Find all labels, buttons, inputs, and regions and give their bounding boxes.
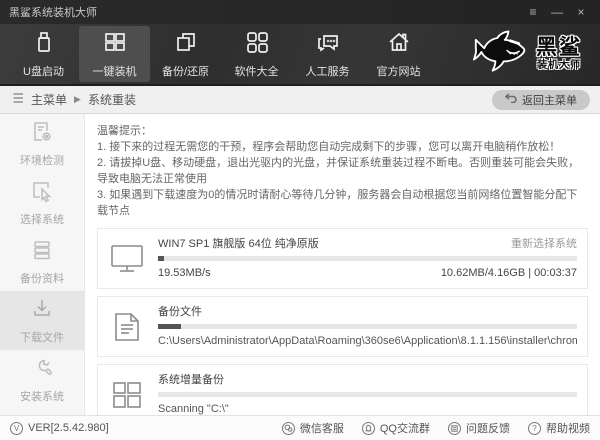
backup-file-title: 备份文件 — [158, 306, 202, 318]
return-main-menu-button[interactable]: 返回主菜单 — [492, 89, 590, 110]
close-icon[interactable]: × — [571, 3, 591, 21]
tips-line-3: 3. 如果遇到下载速度为0的情况时请耐心等待几分钟，服务器会自动根据您当前网络位… — [97, 189, 578, 217]
monitor-icon — [104, 243, 150, 275]
footer-links: 微信客服 QQ交流群 问题反馈 ? 帮助视频 — [281, 420, 590, 436]
incremental-progress-bar — [158, 392, 577, 397]
copy-squares-icon — [173, 29, 199, 58]
sidebar-item-backup-data[interactable]: 备份资料 — [0, 232, 84, 291]
download-size-time: 10.62MB/4.16GB | 00:03:37 — [440, 267, 577, 279]
wechat-support-link[interactable]: 微信客服 — [281, 420, 344, 436]
cursor-select-icon — [30, 179, 54, 206]
wrench-icon — [30, 356, 54, 383]
shark-logo-icon — [473, 29, 529, 80]
home-icon — [386, 29, 412, 58]
sidebar-item-label: 安装系统 — [20, 390, 64, 403]
help-icon: ? — [528, 421, 541, 435]
download-system-title: WIN7 SP1 旗舰版 64位 纯净原版 — [158, 238, 319, 250]
nav-item-label: 备份/还原 — [161, 66, 210, 78]
nav-item-usb-boot[interactable]: U盘启动 — [8, 26, 79, 82]
window-title: 黑鲨系统装机大师 — [9, 7, 97, 19]
back-button-label: 返回主菜单 — [522, 94, 577, 107]
tips-line-1: 1. 接下来的过程无需您的干预，程序会帮助您自动完成剩下的步骤，您可以离开电脑稍… — [97, 141, 561, 153]
feedback-icon — [448, 421, 461, 435]
app-grid-icon — [244, 29, 270, 58]
app-window: 黑鲨系统装机大师 ≡ — × U盘启动 一键装机 备份/还原 软件大全 人工服务… — [0, 0, 600, 440]
breadcrumb-root[interactable]: 主菜单 — [31, 91, 67, 108]
nav-item-one-key-install[interactable]: 一键装机 — [79, 26, 150, 82]
window-controls: ≡ — × — [523, 3, 591, 21]
top-nav: U盘启动 一键装机 备份/还原 软件大全 人工服务 官方网站 黑鲨 装机大师 — [0, 24, 600, 86]
incremental-backup-title: 系统增量备份 — [158, 374, 224, 386]
sidebar-item-select-system[interactable]: 选择系统 — [0, 173, 84, 232]
version-text: VER[2.5.42.980] — [28, 422, 109, 434]
doc-gear-icon — [30, 120, 54, 147]
backup-file-path: C:\Users\Administrator\AppData\Roaming\3… — [158, 335, 577, 347]
status-bar: V VER[2.5.42.980] 微信客服 QQ交流群 问题反馈 ? 帮助视频 — [0, 415, 600, 440]
sidebar-item-download-files[interactable]: 下载文件 — [0, 291, 84, 350]
download-speed: 19.53MB/s — [158, 267, 211, 279]
qq-icon — [361, 421, 375, 435]
menu-icon[interactable]: ≡ — [523, 3, 543, 21]
download-icon — [30, 297, 54, 324]
system-download-panel: WIN7 SP1 旗舰版 64位 纯净原版 重新选择系统 19.53MB/s 1… — [97, 228, 588, 289]
brand-logo-text: 黑鲨 装机大师 — [536, 37, 582, 71]
backup-progress-fill — [158, 324, 182, 329]
sidebar-item-label: 环境检测 — [20, 154, 64, 167]
main-panel: 温馨提示： 1. 接下来的过程无需您的干预，程序会帮助您自动完成剩下的步骤，您可… — [85, 114, 600, 425]
chevron-right-icon: ▶ — [74, 94, 81, 104]
wechat-icon — [281, 421, 295, 435]
version-badge-icon: V — [10, 421, 23, 435]
tiles-grid-icon — [102, 29, 128, 58]
nav-item-label: 一键装机 — [92, 66, 137, 78]
nav-item-software-center[interactable]: 软件大全 — [221, 26, 292, 82]
incremental-backup-status: Scanning "C:\" — [158, 403, 229, 415]
download-progress-fill — [158, 256, 165, 261]
chat-bubbles-icon — [315, 29, 341, 58]
nav-item-label: 官方网站 — [376, 66, 421, 78]
brand-logo: 黑鲨 装机大师 — [473, 29, 592, 80]
footer-link-label: QQ交流群 — [379, 423, 430, 435]
breadcrumb-current: 系统重装 — [87, 93, 136, 107]
footer-link-label: 帮助视频 — [546, 423, 590, 435]
footer-link-label: 问题反馈 — [466, 423, 510, 435]
title-bar: 黑鲨系统装机大师 ≡ — × — [0, 0, 600, 24]
minimize-icon[interactable]: — — [547, 3, 567, 21]
list-menu-icon — [10, 92, 24, 107]
back-arrow-icon — [504, 93, 517, 106]
nav-item-support[interactable]: 人工服务 — [292, 26, 363, 82]
help-video-link[interactable]: ? 帮助视频 — [528, 420, 590, 436]
windows-logo-icon — [104, 380, 150, 410]
document-icon — [104, 311, 150, 343]
nav-item-label: 人工服务 — [305, 66, 350, 78]
brand-name: 黑鲨 — [536, 36, 582, 59]
usb-drive-icon — [31, 29, 57, 58]
version-info: V VER[2.5.42.980] — [10, 421, 109, 435]
content-area: 环境检测 选择系统 备份资料 下载文件 安装系统 温馨提示： 1. 接下来的过程… — [0, 114, 600, 425]
tips-title: 温馨提示： — [97, 125, 152, 137]
reselect-system-link[interactable]: 重新选择系统 — [511, 237, 577, 251]
sidebar-item-label: 下载文件 — [20, 331, 64, 344]
sidebar-item-label: 选择系统 — [20, 213, 64, 226]
backup-progress-bar — [158, 324, 577, 329]
qq-group-link[interactable]: QQ交流群 — [361, 420, 430, 436]
nav-item-official-site[interactable]: 官方网站 — [363, 26, 434, 82]
brand-subtitle: 装机大师 — [537, 60, 581, 71]
feedback-link[interactable]: 问题反馈 — [448, 420, 510, 436]
server-stack-icon — [30, 238, 54, 265]
download-progress-bar — [158, 256, 577, 261]
breadcrumb-bar: 主菜单 ▶ 系统重装 返回主菜单 — [0, 86, 600, 114]
sidebar-item-install-system[interactable]: 安装系统 — [0, 350, 84, 409]
nav-item-label: 软件大全 — [234, 66, 279, 78]
tips-block: 温馨提示： 1. 接下来的过程无需您的干预，程序会帮助您自动完成剩下的步骤，您可… — [97, 123, 588, 219]
step-sidebar: 环境检测 选择系统 备份资料 下载文件 安装系统 — [0, 114, 85, 415]
nav-item-label: U盘启动 — [23, 66, 64, 78]
nav-item-backup-restore[interactable]: 备份/还原 — [150, 26, 221, 82]
sidebar-item-label: 备份资料 — [20, 272, 64, 285]
tips-line-2: 2. 请拔掉U盘、移动硬盘，退出光驱内的光盘，并保证系统重装过程不断电。否则重装… — [97, 157, 580, 185]
footer-link-label: 微信客服 — [299, 423, 344, 435]
backup-file-panel: 备份文件 C:\Users\Administrator\AppData\Roam… — [97, 296, 588, 357]
sidebar-item-env-check[interactable]: 环境检测 — [0, 114, 84, 173]
